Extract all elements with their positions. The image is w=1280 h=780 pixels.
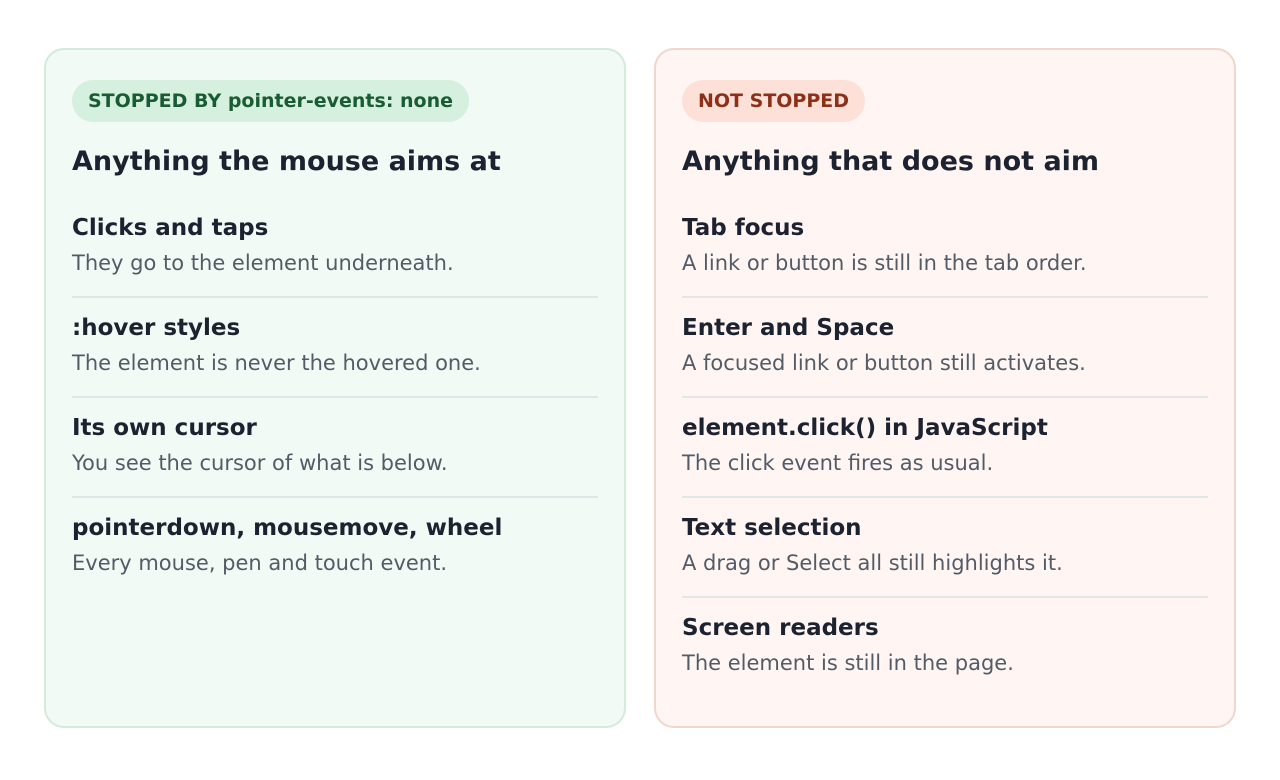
list-item: Clicks and taps They go to the element u… <box>72 198 598 298</box>
item-description: You see the cursor of what is below. <box>72 451 448 475</box>
item-title: Clicks and taps <box>72 215 269 241</box>
list-item: Screen readers The element is still in t… <box>682 598 1208 698</box>
list-item: element.click() in JavaScript The click … <box>682 398 1208 498</box>
list-item: Tab focus A link or button is still in t… <box>682 198 1208 298</box>
stopped-heading: Anything the mouse aims at <box>72 146 501 177</box>
item-title: Enter and Space <box>682 315 895 341</box>
item-description: Every mouse, pen and touch event. <box>72 551 448 575</box>
item-title: element.click() in JavaScript <box>682 415 1048 441</box>
not-stopped-list: Tab focus A link or button is still in t… <box>682 198 1208 698</box>
item-description: A link or button is still in the tab ord… <box>682 251 1087 275</box>
list-item: :hover styles The element is never the h… <box>72 298 598 398</box>
item-description: They go to the element underneath. <box>72 251 454 275</box>
stopped-list: Clicks and taps They go to the element u… <box>72 198 598 598</box>
list-item: Enter and Space A focused link or button… <box>682 298 1208 398</box>
item-description: The element is still in the page. <box>682 651 1014 675</box>
item-title: :hover styles <box>72 315 241 341</box>
not-stopped-heading: Anything that does not aim <box>682 146 1100 177</box>
stopped-panel: STOPPED BY pointer-events: none Anything… <box>44 48 626 728</box>
item-description: A focused link or button still activates… <box>682 351 1086 375</box>
list-item: pointerdown, mousemove, wheel Every mous… <box>72 498 598 598</box>
item-description: The element is never the hovered one. <box>72 351 481 375</box>
item-title: Screen readers <box>682 615 879 641</box>
item-title: Text selection <box>682 515 862 541</box>
list-item: Text selection A drag or Select all stil… <box>682 498 1208 598</box>
item-title: Tab focus <box>682 215 805 241</box>
not-stopped-badge: NOT STOPPED <box>682 80 866 122</box>
item-description: The click event fires as usual. <box>682 451 994 475</box>
not-stopped-panel: NOT STOPPED Anything that does not aim T… <box>654 48 1236 728</box>
item-title: Its own cursor <box>72 415 257 441</box>
item-description: A drag or Select all still highlights it… <box>682 551 1063 575</box>
list-item: Its own cursor You see the cursor of wha… <box>72 398 598 498</box>
item-title: pointerdown, mousemove, wheel <box>72 515 503 541</box>
stopped-badge: STOPPED BY pointer-events: none <box>72 80 470 122</box>
